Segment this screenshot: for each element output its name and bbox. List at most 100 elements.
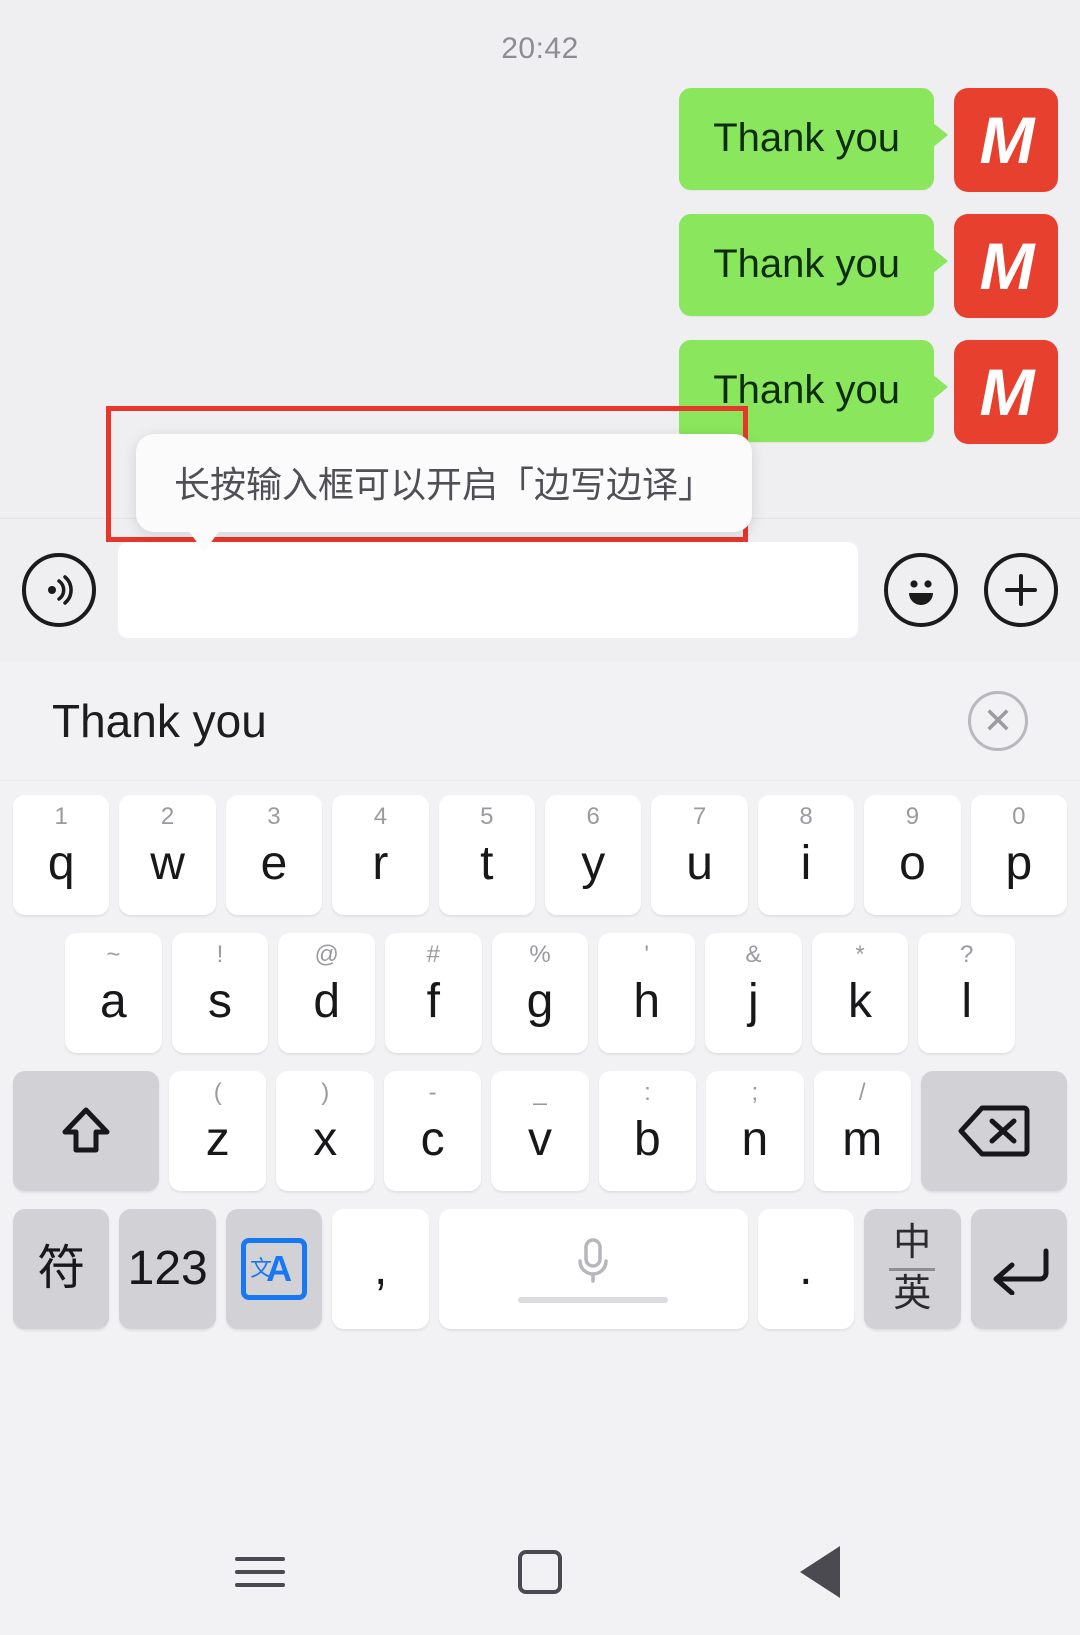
soft-keyboard: Thank you ✕ 1 q 2 w 3 e 4 r 5 t 6 y 7 u …: [0, 661, 1080, 1509]
key-j[interactable]: & j: [705, 933, 802, 1053]
key-label: e: [260, 837, 288, 890]
key-label: m: [842, 1113, 883, 1166]
key-hint: #: [426, 941, 441, 968]
key-hint: 2: [160, 803, 175, 830]
avatar[interactable]: M: [954, 88, 1058, 192]
translate-icon-source: 文: [250, 1256, 273, 1281]
key-label: z: [205, 1113, 230, 1166]
key-label: c: [420, 1113, 445, 1166]
key-r[interactable]: 4 r: [332, 795, 429, 915]
keyboard-row-4: 符 123 文 A , . 中 英: [8, 1209, 1072, 1329]
key-label: w: [150, 837, 185, 890]
key-label: a: [99, 975, 127, 1028]
backspace-key[interactable]: [920, 1071, 1068, 1191]
key-o[interactable]: 9 o: [864, 795, 961, 915]
key-n[interactable]: ; n: [706, 1071, 804, 1191]
key-label: 符: [37, 1242, 86, 1295]
key-label: j: [748, 975, 759, 1028]
key-hint: ~: [106, 941, 121, 968]
input-bar-actions: [884, 553, 1058, 627]
key-l[interactable]: ? l: [918, 933, 1016, 1053]
key-v[interactable]: _ v: [491, 1071, 589, 1191]
plus-icon[interactable]: [984, 553, 1058, 627]
key-hint: _: [533, 1079, 547, 1106]
key-label: y: [581, 837, 606, 890]
keyboard-row-3: ( z ) x - c _ v : b ; n / m: [8, 1071, 1072, 1191]
key-k[interactable]: * k: [811, 933, 909, 1053]
space-key[interactable]: [438, 1209, 748, 1329]
key-s[interactable]: ! s: [171, 933, 269, 1053]
symbol-key[interactable]: 符: [13, 1209, 110, 1329]
key-label: k: [848, 975, 873, 1028]
candidate-text[interactable]: Thank you: [52, 694, 267, 748]
shift-arrow-icon: [62, 1107, 110, 1153]
comma-key[interactable]: ,: [332, 1209, 429, 1329]
translate-key[interactable]: 文 A: [225, 1209, 323, 1329]
key-hint: @: [314, 941, 339, 968]
avatar[interactable]: M: [954, 214, 1058, 318]
key-label: q: [47, 837, 75, 890]
phone-screen: 20:42 Thank you M Thank you M Thank you …: [0, 0, 1080, 1635]
key-z[interactable]: ( z: [169, 1071, 267, 1191]
key-hint: ?: [960, 941, 974, 968]
translate-icon: 文 A: [241, 1238, 308, 1300]
key-label: l: [961, 975, 973, 1028]
period-key[interactable]: .: [757, 1209, 855, 1329]
key-label: s: [207, 975, 232, 1028]
message-input-bar: [0, 518, 1080, 661]
key-w[interactable]: 2 w: [119, 795, 216, 915]
key-b[interactable]: : b: [598, 1071, 697, 1191]
key-hint: ': [644, 941, 649, 968]
key-hint: 9: [905, 803, 920, 830]
key-hint: 4: [373, 803, 388, 830]
language-toggle-english: 英: [893, 1272, 932, 1315]
key-hint: :: [644, 1079, 651, 1106]
key-e[interactable]: 3 e: [225, 795, 323, 915]
message-text-input[interactable]: [118, 542, 858, 638]
key-hint: 5: [480, 803, 494, 830]
tooltip-bubble[interactable]: 长按输入框可以开启「边写边译」: [136, 434, 753, 552]
key-label: u: [686, 837, 713, 890]
key-p[interactable]: 0 p: [970, 795, 1068, 915]
shift-key[interactable]: [12, 1071, 160, 1191]
key-c[interactable]: - c: [383, 1071, 482, 1191]
key-u[interactable]: 7 u: [651, 795, 748, 915]
key-label: r: [372, 837, 389, 890]
message-bubble[interactable]: Thank you: [679, 214, 948, 316]
keyboard-row-2: ~ a ! s @ d # f % g ' h & j * k ? l: [8, 933, 1072, 1053]
key-g[interactable]: % g: [491, 933, 589, 1053]
chat-message-row: Thank you M: [0, 88, 1080, 192]
close-circle-icon[interactable]: ✕: [968, 690, 1028, 751]
status-bar-time: 20:42: [501, 32, 579, 65]
avatar[interactable]: M: [954, 340, 1058, 444]
menu-button[interactable]: [215, 1527, 305, 1617]
key-d[interactable]: @ d: [278, 933, 375, 1053]
key-hint: &: [745, 941, 762, 968]
key-hint: ): [321, 1079, 330, 1106]
keyboard-row-1: 1 q 2 w 3 e 4 r 5 t 6 y 7 u 8 i 9 o 0 p: [8, 795, 1072, 915]
message-bubble[interactable]: Thank you: [679, 88, 948, 190]
back-button[interactable]: [775, 1527, 865, 1617]
key-hint: 8: [799, 803, 813, 830]
numeric-key[interactable]: 123: [119, 1209, 216, 1329]
voice-wave-icon[interactable]: [22, 553, 96, 627]
space-key-underline: [518, 1297, 669, 1303]
language-toggle-divider: [889, 1267, 936, 1271]
language-toggle-key[interactable]: 中 英: [864, 1209, 961, 1329]
message-bubble[interactable]: Thank you: [679, 340, 948, 442]
key-hint: 7: [692, 803, 707, 830]
key-x[interactable]: ) x: [276, 1071, 374, 1191]
home-button[interactable]: [495, 1527, 585, 1617]
key-label: p: [1005, 837, 1033, 890]
key-a[interactable]: ~ a: [64, 933, 162, 1053]
key-f[interactable]: # f: [385, 933, 482, 1053]
key-h[interactable]: ' h: [598, 933, 696, 1053]
enter-key[interactable]: [970, 1209, 1067, 1329]
key-i[interactable]: 8 i: [757, 795, 855, 915]
key-q[interactable]: 1 q: [12, 795, 110, 915]
key-t[interactable]: 5 t: [438, 795, 535, 915]
key-m[interactable]: / m: [813, 1071, 911, 1191]
smiley-face-icon[interactable]: [884, 553, 958, 627]
key-label: d: [313, 975, 341, 1028]
key-y[interactable]: 6 y: [545, 795, 642, 915]
